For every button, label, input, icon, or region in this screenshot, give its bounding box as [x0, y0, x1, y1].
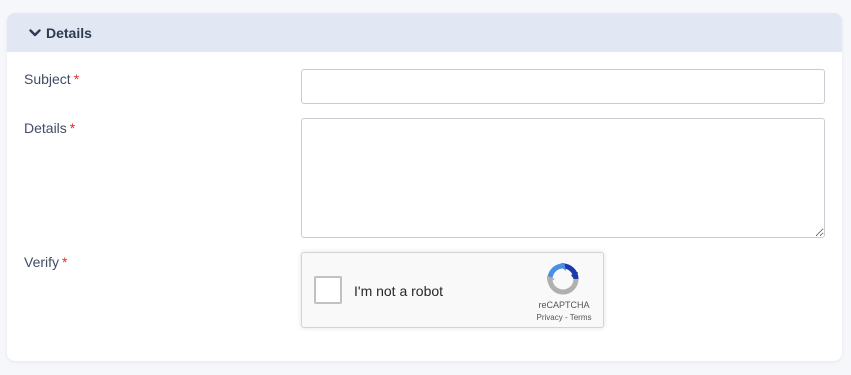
chevron-down-icon	[29, 28, 41, 38]
subject-label-text: Subject	[24, 71, 71, 87]
required-marker: *	[62, 254, 68, 270]
privacy-link[interactable]: Privacy	[537, 313, 563, 322]
recaptcha-logo-icon	[546, 261, 579, 295]
verify-label-text: Verify	[24, 254, 60, 270]
section-title: Details	[46, 24, 92, 41]
details-section-header[interactable]: Details	[7, 13, 842, 52]
verify-label: Verify *	[24, 254, 67, 270]
recaptcha-brand: reCAPTCHA	[538, 300, 590, 310]
details-label-text: Details	[24, 120, 67, 136]
subject-input[interactable]	[301, 69, 825, 104]
subject-label: Subject *	[24, 71, 79, 87]
details-textarea[interactable]	[301, 118, 825, 238]
recaptcha-checkbox[interactable]	[314, 276, 342, 304]
details-label: Details *	[24, 120, 75, 136]
recaptcha-links: Privacy - Terms	[530, 313, 598, 322]
link-separator: -	[562, 313, 570, 322]
terms-link[interactable]: Terms	[570, 313, 592, 322]
required-marker: *	[69, 120, 76, 136]
details-card: Details Subject * Details * Verify * I'm no…	[7, 13, 842, 361]
recaptcha-widget: I'm not a robot reCAPTCHA Privacy - Term…	[301, 252, 604, 328]
recaptcha-checkbox-label: I'm not a robot	[354, 283, 444, 299]
required-marker: *	[73, 71, 80, 87]
